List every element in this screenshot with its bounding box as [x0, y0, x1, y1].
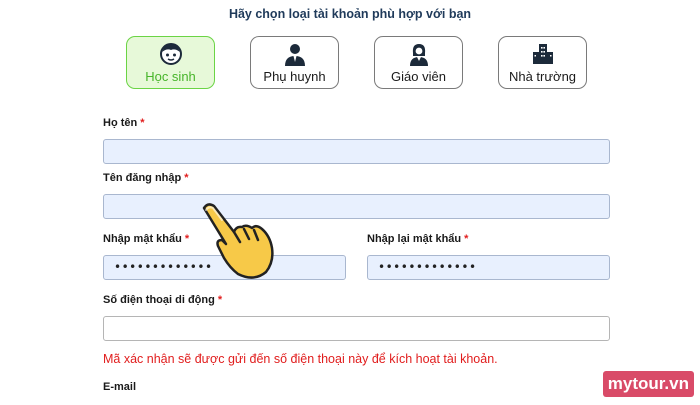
required-marker: * — [464, 233, 469, 245]
phone-label: Số điện thoại di động * — [103, 294, 223, 306]
email-label: E-mail — [103, 381, 137, 393]
watermark-logo: mytour.vn — [602, 371, 694, 397]
required-marker: * — [217, 294, 223, 306]
required-marker: * — [140, 117, 145, 129]
confirm-password-label: Nhập lại mật khẩu * — [367, 233, 469, 245]
account-type-label: Giáo viên — [391, 69, 446, 84]
required-marker: * — [184, 172, 189, 184]
full-name-field[interactable] — [103, 139, 610, 164]
parent-icon — [251, 42, 338, 66]
account-type-label: Học sinh — [145, 69, 196, 84]
page-heading: Hãy chọn loại tài khoản phù hợp với bạn — [228, 7, 472, 21]
pointing-hand-icon — [194, 196, 284, 286]
confirm-password-field[interactable]: ••••••••••••• — [367, 255, 610, 280]
account-type-label: Phụ huynh — [263, 69, 326, 84]
student-icon — [127, 42, 214, 66]
account-type-parent[interactable]: Phụ huynh — [250, 36, 339, 89]
account-type-selector: Học sinh Phụ huynh Giáo viên Nhà trường — [126, 36, 588, 91]
account-type-teacher[interactable]: Giáo viên — [374, 36, 463, 89]
password-label: Nhập mật khẩu * — [103, 233, 190, 245]
account-type-label: Nhà trường — [508, 69, 577, 84]
full-name-label: Họ tên * — [103, 117, 145, 129]
school-icon — [499, 42, 586, 66]
teacher-icon — [375, 42, 462, 66]
required-marker: * — [184, 233, 190, 245]
phone-verification-notice: Mã xác nhận sẽ được gửi đến số điện thoạ… — [103, 352, 498, 366]
account-type-school[interactable]: Nhà trường — [498, 36, 587, 89]
username-label: Tên đăng nhập * — [103, 172, 189, 184]
username-field[interactable] — [103, 194, 610, 219]
phone-field[interactable] — [103, 316, 610, 341]
account-type-student[interactable]: Học sinh — [126, 36, 215, 89]
